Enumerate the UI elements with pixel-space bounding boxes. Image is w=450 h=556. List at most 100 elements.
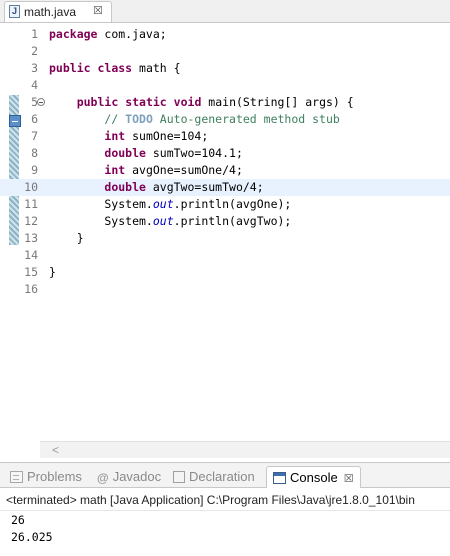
code-token: .println(avgOne);: [173, 197, 292, 211]
code-token: public: [76, 95, 119, 109]
code-line[interactable]: 3 public class math {: [0, 60, 450, 77]
line-number: 1: [31, 27, 38, 41]
line-number: 10: [24, 180, 38, 194]
code-token: //: [104, 112, 126, 126]
code-text: int avgOne=sumOne/4;: [49, 162, 243, 179]
code-line[interactable]: 5 public static void main(String[] args)…: [0, 94, 450, 111]
tab-declaration[interactable]: Declaration: [173, 466, 255, 488]
line-number: 3: [31, 61, 38, 75]
close-icon[interactable]: ☒: [93, 4, 103, 17]
code-token: class: [97, 61, 133, 75]
view-tab-bar: Problems @ Javadoc Declaration Console ☒: [0, 462, 450, 488]
code-token: sumOne=104;: [125, 129, 209, 143]
console-status: <terminated> math [Java Application] C:\…: [0, 489, 450, 511]
line-number: 8: [31, 146, 38, 160]
tab-console-label: Console: [290, 470, 338, 485]
code-token: double: [104, 180, 146, 194]
editor-tab-math-java[interactable]: J math.java ☒: [4, 1, 112, 22]
console-line: 26: [11, 513, 25, 527]
code-token: out: [152, 197, 174, 211]
code-line[interactable]: 8 double sumTwo=104.1;: [0, 145, 450, 162]
tab-console[interactable]: Console ☒: [266, 466, 361, 488]
horizontal-scrollbar[interactable]: <: [40, 441, 450, 458]
code-token: int: [104, 163, 126, 177]
code-token: public: [49, 61, 91, 75]
editor-tab-bar: J math.java ☒: [0, 0, 450, 23]
line-number: 13: [24, 231, 38, 245]
code-text: System.out.println(avgTwo);: [49, 213, 291, 230]
code-token: TODO: [125, 112, 153, 126]
line-number: 5: [31, 95, 38, 109]
code-line[interactable]: 10 double avgTwo=sumTwo/4;: [0, 179, 450, 196]
code-token: sumTwo=104.1;: [145, 146, 243, 160]
code-line[interactable]: 14: [0, 247, 450, 264]
tab-javadoc[interactable]: @ Javadoc: [97, 466, 161, 488]
tab-javadoc-label: Javadoc: [112, 469, 162, 484]
code-token: }: [49, 231, 84, 245]
code-token: int: [104, 129, 126, 143]
code-text: package com.java;: [49, 26, 167, 43]
line-number: 7: [31, 129, 38, 143]
code-text: public class math {: [49, 60, 181, 77]
console-output[interactable]: 26 26.025: [0, 512, 450, 556]
code-text: }: [49, 264, 56, 281]
code-token: System.: [49, 197, 153, 211]
code-token: avgOne=sumOne/4;: [125, 163, 243, 177]
code-token: Auto-generated method stub: [152, 112, 340, 126]
code-text: double avgTwo=sumTwo/4;: [49, 179, 264, 196]
code-token: }: [49, 265, 56, 279]
console-line: 26.025: [11, 530, 53, 544]
line-number: 14: [24, 248, 38, 262]
code-token: avgTwo=sumTwo/4;: [145, 180, 264, 194]
code-text: double sumTwo=104.1;: [49, 145, 243, 162]
close-icon[interactable]: ☒: [344, 473, 354, 485]
code-text: // TODO Auto-generated method stub: [49, 111, 340, 128]
line-number: 9: [31, 163, 38, 177]
code-text: int sumOne=104;: [49, 128, 208, 145]
code-editor[interactable]: 1 package com.java; 2 3 public class math { 4…: [0, 23, 450, 458]
code-line[interactable]: 6 // TODO Auto-generated method stub: [0, 111, 450, 128]
code-line[interactable]: 7 int sumOne=104;: [0, 128, 450, 145]
line-number: 12: [24, 214, 38, 228]
code-token: com.java;: [97, 27, 167, 41]
scroll-left-icon[interactable]: <: [52, 442, 59, 458]
code-token: out: [152, 214, 174, 228]
tab-problems-label: Problems: [27, 469, 82, 484]
line-number: 2: [31, 44, 38, 58]
code-line[interactable]: 13 }: [0, 230, 450, 247]
code-text: }: [49, 230, 84, 247]
code-token: System.: [49, 214, 153, 228]
code-line[interactable]: 1 package com.java;: [0, 26, 450, 43]
code-line[interactable]: 9 int avgOne=sumOne/4;: [0, 162, 450, 179]
code-line[interactable]: 16: [0, 281, 450, 298]
line-number: 6: [31, 112, 38, 126]
line-number: 16: [24, 282, 38, 296]
code-token: static: [125, 95, 167, 109]
tab-problems[interactable]: Problems: [10, 466, 82, 488]
editor-tab-label: math.java: [24, 5, 77, 19]
line-number: 11: [24, 197, 38, 211]
console-icon: [273, 471, 286, 484]
code-token: math {: [132, 61, 181, 75]
code-token: void: [173, 95, 202, 109]
code-line[interactable]: 15}: [0, 264, 450, 281]
java-file-icon: J: [9, 5, 20, 18]
code-token: .println(avgTwo);: [173, 214, 292, 228]
code-line[interactable]: 2: [0, 43, 450, 60]
collapse-fold-icon[interactable]: [37, 98, 45, 106]
code-lines: 1 package com.java; 2 3 public class math { 4…: [0, 26, 450, 298]
code-line[interactable]: 11 System.out.println(avgOne);: [0, 196, 450, 213]
line-number: 4: [31, 78, 38, 92]
code-line[interactable]: 12 System.out.println(avgTwo);: [0, 213, 450, 230]
javadoc-icon: @: [97, 470, 109, 485]
code-token: main(String[] args) {: [201, 95, 354, 109]
line-number: 15: [24, 265, 38, 279]
declaration-icon: [173, 470, 185, 483]
code-line[interactable]: 4: [0, 77, 450, 94]
